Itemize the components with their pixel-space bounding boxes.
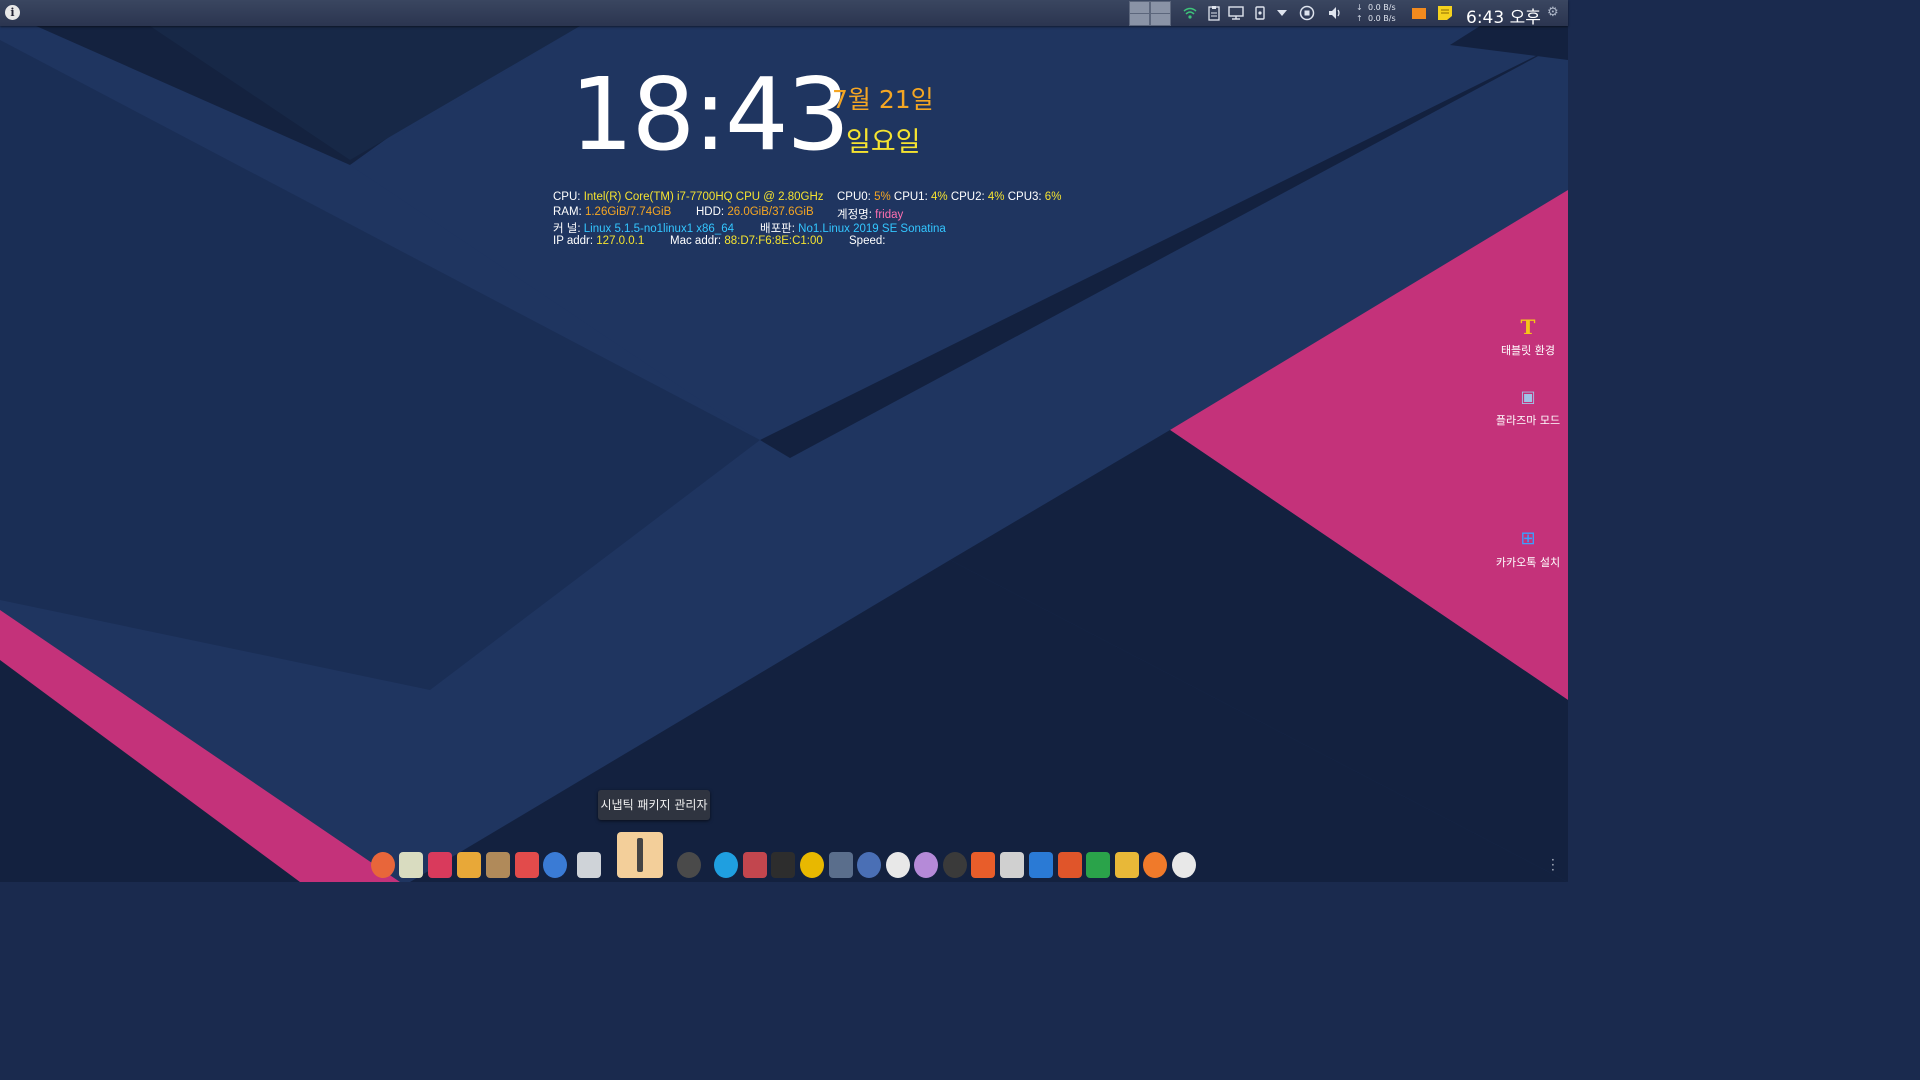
device-icon[interactable] — [1252, 5, 1268, 21]
top-panel: i ↓ 0.0 B/s ↑ 0.0 B/s 6:43 오후 ⚙ — [0, 0, 1568, 28]
more-vertical-icon[interactable]: · · · — [1551, 854, 1555, 876]
record-icon[interactable] — [1299, 5, 1315, 21]
wifi-icon[interactable] — [1182, 5, 1198, 21]
network-speed[interactable]: ↓ 0.0 B/s ↑ 0.0 B/s — [1356, 2, 1400, 24]
cpu2-label: CPU2: — [950, 191, 985, 203]
cpu-model: Intel(R) Core(TM) i7-7700HQ CPU @ 2.80GH… — [583, 191, 824, 203]
desktop-icon-label: 카카오톡 설치 — [1495, 556, 1561, 569]
spreadsheet-tool-icon[interactable] — [829, 852, 853, 878]
display-icon[interactable] — [1228, 5, 1244, 21]
arrow-up-icon: ↑ — [1356, 14, 1363, 23]
ram-value: 1.26GiB/7.74GiB — [584, 206, 672, 218]
hdd-value: 26.0GiB/37.6GiB — [727, 206, 814, 218]
file-manager-icon[interactable] — [399, 852, 423, 878]
plasma-mode-icon: ▣ — [1520, 387, 1536, 406]
eye-icon[interactable] — [886, 852, 910, 878]
kodi-icon[interactable] — [714, 852, 738, 878]
qbittorrent-icon[interactable] — [543, 852, 567, 878]
ip-value: 127.0.0.1 — [596, 235, 645, 247]
writer-icon[interactable] — [1029, 852, 1053, 878]
desktop-4[interactable] — [1150, 13, 1171, 26]
cpu-label: CPU: — [553, 191, 581, 203]
screen-recorder-icon[interactable] — [743, 852, 767, 878]
sysinfo-row-cpu: CPU: Intel(R) Core(TM) i7-7700HQ CPU @ 2… — [553, 191, 824, 203]
firefox-icon[interactable] — [371, 852, 395, 878]
sysinfo-row-mac: Mac addr: 88:D7:F6:8E:C1:00 — [670, 235, 823, 247]
desktop-icon-plasma-mode[interactable]: ▣ 플라즈마 모드 — [1488, 386, 1568, 428]
mac-value: 88:D7:F6:8E:C1:00 — [724, 235, 823, 247]
desktop-3[interactable] — [1129, 13, 1150, 26]
clock-app-icon[interactable] — [1172, 852, 1196, 878]
kernel-value: Linux 5.1.5-no1linux1 x86_64 — [583, 223, 735, 235]
sysinfo-row-kernel: 커 널: Linux 5.1.5-no1linux1 x86_64 — [553, 220, 734, 236]
orange-app-icon[interactable] — [1411, 5, 1427, 21]
kernel-label: 커 널: — [553, 223, 581, 235]
desktop-icon-kakaotalk-install[interactable]: ⊞ 카카오톡 설치 — [1488, 528, 1568, 570]
volume-icon[interactable] — [1327, 5, 1343, 21]
palette-icon[interactable] — [943, 852, 967, 878]
net-upload: 0.0 B/s — [1368, 14, 1396, 23]
cpu0-value: 5% — [874, 191, 891, 203]
cpu1-label: CPU1: — [893, 191, 928, 203]
hdd-label: HDD: — [696, 206, 725, 218]
speed-label: Speed: — [849, 235, 886, 247]
distro-value: No1.Linux 2019 SE Sonatina — [798, 223, 946, 235]
impress-icon[interactable] — [1058, 852, 1082, 878]
clock-widget-time: 18:43 — [570, 56, 850, 173]
r-language-icon[interactable] — [857, 852, 881, 878]
info-icon[interactable]: i — [5, 5, 20, 20]
notes-icon[interactable] — [1437, 5, 1453, 21]
synaptic-package-manager-icon[interactable] — [617, 832, 663, 878]
gear-icon[interactable]: ⚙ — [1547, 5, 1559, 20]
net-download: 0.0 B/s — [1368, 3, 1396, 12]
cpu0-label: CPU0: — [837, 191, 871, 203]
desktop-icon-label: 태블릿 환경 — [1500, 344, 1556, 357]
kakaotalk-install-icon: ⊞ — [1520, 528, 1536, 549]
cpu3-value: 6% — [1044, 191, 1062, 203]
document-viewer-icon[interactable] — [577, 852, 601, 878]
ip-label: IP addr: — [553, 235, 594, 247]
virtual-desktop-pager[interactable] — [1128, 0, 1171, 26]
id-card-icon[interactable] — [515, 852, 539, 878]
arrow-down-icon: ↓ — [1356, 3, 1363, 12]
mixer-icon[interactable] — [457, 852, 481, 878]
terminal-icon[interactable] — [771, 852, 795, 878]
sysinfo-row-ram: RAM: 1.26GiB/7.74GiB — [553, 206, 671, 218]
planet-icon[interactable] — [914, 852, 938, 878]
dock-tooltip: 시냅틱 패키지 관리자 — [598, 790, 710, 820]
cpu1-value: 4% — [930, 191, 948, 203]
clipboard-icon[interactable] — [1206, 5, 1222, 21]
cpu3-label: CPU3: — [1007, 191, 1042, 203]
panel-clock[interactable]: 6:43 오후 — [1466, 3, 1541, 28]
draw-icon[interactable] — [1115, 852, 1139, 878]
cpu2-value: 4% — [987, 191, 1005, 203]
no-entry-document-icon[interactable] — [1000, 852, 1024, 878]
tablet-mode-icon: T — [1520, 315, 1536, 339]
clock-widget-weekday: 일요일 — [846, 127, 921, 158]
sysinfo-row-distro: 배포판: No1.Linux 2019 SE Sonatina — [760, 220, 946, 236]
sysinfo-row-speed: Speed: — [849, 235, 885, 247]
calc-icon[interactable] — [1086, 852, 1110, 878]
music-player-icon[interactable] — [800, 852, 824, 878]
amazon-icon[interactable] — [677, 852, 701, 878]
paint-brush-icon[interactable] — [486, 852, 510, 878]
clock-widget-date: 7월 21일 — [832, 85, 934, 114]
sysinfo-row-hdd: HDD: 26.0GiB/37.6GiB — [696, 206, 814, 218]
distro-label: 배포판: — [760, 223, 795, 235]
xpdf-icon[interactable] — [971, 852, 995, 878]
desktop-icon-tablet-mode[interactable]: T 태블릿 환경 — [1488, 316, 1568, 358]
firefox-alt-icon[interactable] — [1143, 852, 1167, 878]
sysinfo-row-cores: CPU0: 5% CPU1: 4% CPU2: 4% CPU3: 6% — [837, 191, 1061, 203]
sysinfo-row-ip: IP addr: 127.0.0.1 — [553, 235, 644, 247]
mac-label: Mac addr: — [670, 235, 722, 247]
chevron-down-icon[interactable] — [1274, 5, 1290, 21]
ram-label: RAM: — [553, 206, 582, 218]
desktop-icon-label: 플라즈마 모드 — [1495, 414, 1561, 427]
app-grid-icon[interactable] — [428, 852, 452, 878]
